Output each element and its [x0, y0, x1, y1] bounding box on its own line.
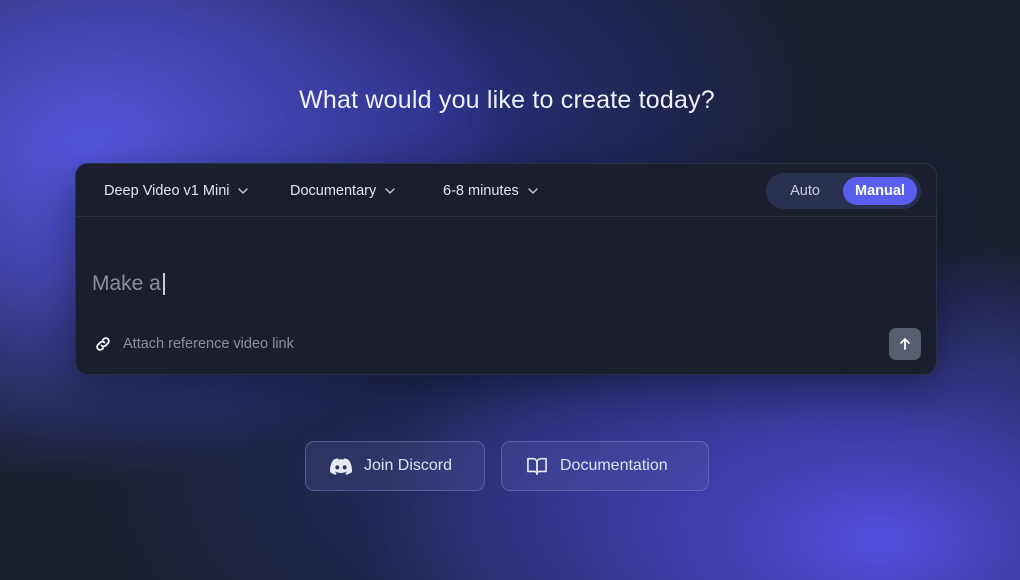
join-discord-label: Join Discord	[364, 457, 453, 474]
mode-auto-option[interactable]: Auto	[774, 177, 836, 205]
documentation-label: Documentation	[560, 457, 668, 474]
mode-manual-option[interactable]: Manual	[843, 177, 917, 205]
arrow-up-icon	[900, 338, 910, 350]
link-icon	[96, 337, 110, 351]
duration-dropdown[interactable]: 6-8 minutes	[443, 180, 539, 202]
attach-label: Attach reference video link	[123, 336, 294, 352]
mode-toggle: Auto Manual	[766, 173, 921, 209]
chevron-down-icon	[238, 188, 249, 194]
page-headline: What would you like to create today?	[299, 86, 715, 114]
model-dropdown-label: Deep Video v1 Mini	[104, 183, 230, 199]
join-discord-button[interactable]: Join Discord	[305, 441, 485, 491]
style-dropdown[interactable]: Documentary	[290, 180, 396, 202]
model-dropdown[interactable]: Deep Video v1 Mini	[104, 180, 249, 202]
send-button[interactable]	[889, 328, 921, 360]
discord-icon	[330, 457, 352, 475]
prompt-input-value: Make a	[92, 272, 161, 295]
attach-reference-link[interactable]: Attach reference video link	[94, 334, 294, 354]
prompt-input[interactable]: Make a	[92, 268, 912, 300]
style-dropdown-label: Documentary	[290, 183, 377, 199]
chevron-down-icon	[385, 188, 395, 194]
documentation-button[interactable]: Documentation	[501, 441, 709, 491]
text-caret	[162, 273, 165, 295]
prompt-card: Deep Video v1 Mini Documentary 6-8 minut…	[75, 163, 937, 375]
chevron-down-icon	[528, 188, 538, 194]
prompt-toolbar: Deep Video v1 Mini Documentary 6-8 minut…	[76, 164, 936, 217]
duration-dropdown-label: 6-8 minutes	[443, 183, 519, 199]
book-icon	[527, 457, 547, 475]
